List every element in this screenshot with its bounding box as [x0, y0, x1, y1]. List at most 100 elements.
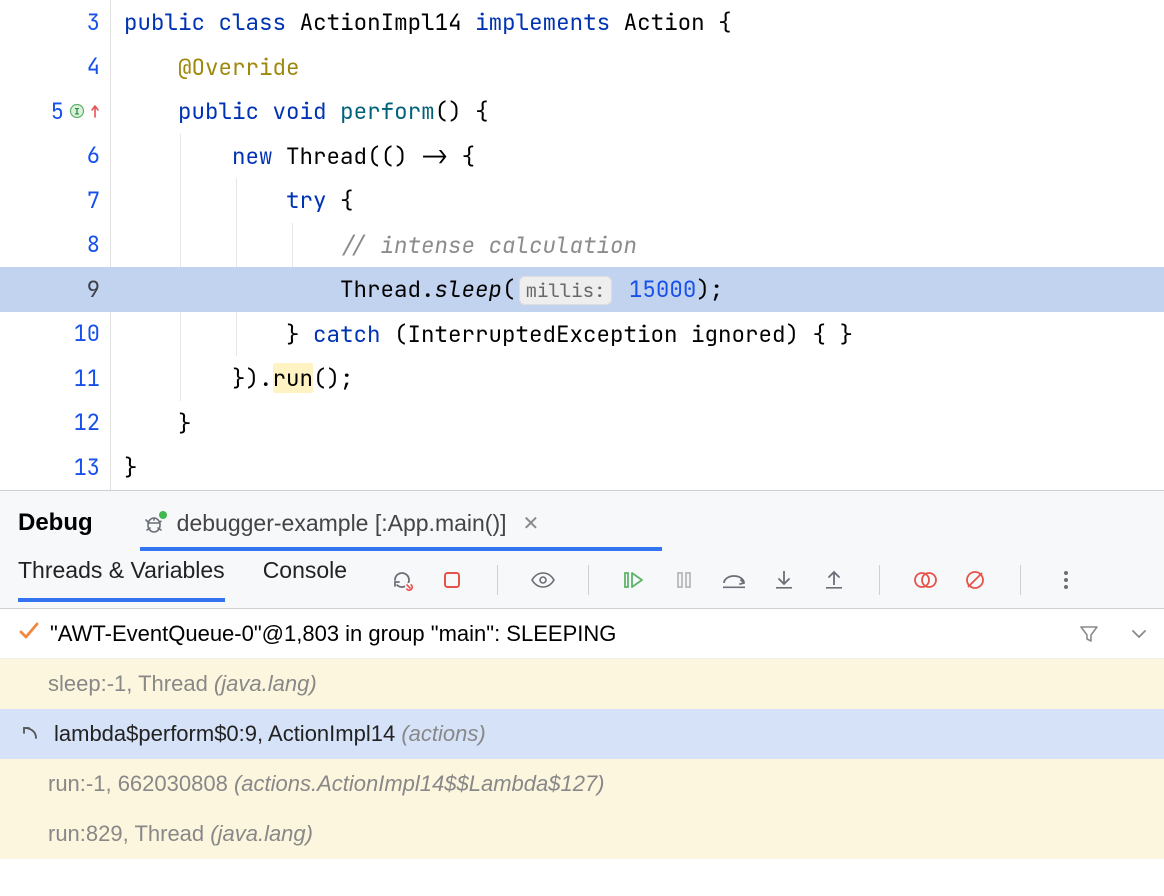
keyword: void — [273, 96, 327, 126]
step-into-icon[interactable] — [771, 567, 797, 593]
qualifier: Thread. — [340, 274, 435, 304]
code-line[interactable]: try { — [110, 178, 1164, 223]
line-number[interactable]: 5 — [34, 97, 64, 126]
line-number[interactable]: 8 — [70, 230, 100, 259]
code-line[interactable]: // intense calculation — [110, 223, 1164, 268]
svg-text:I: I — [74, 108, 79, 118]
brace: { — [718, 7, 732, 37]
line-number[interactable]: 11 — [70, 364, 100, 393]
code-line-current[interactable]: Thread.sleep(millis: 15000); — [110, 267, 1164, 312]
keyword: new — [232, 141, 273, 171]
code-line[interactable]: new Thread(() -> { — [110, 134, 1164, 179]
code-line[interactable]: public class ActionImpl14 implements Act… — [110, 0, 1164, 45]
frame-label: sleep:-1, Thread — [48, 671, 214, 696]
brace: { — [475, 96, 489, 126]
bug-icon — [141, 511, 167, 537]
keyword: public — [178, 96, 259, 126]
stop-icon[interactable] — [439, 567, 465, 593]
punct: (); — [313, 363, 354, 393]
separator — [497, 565, 498, 595]
more-icon[interactable] — [1053, 567, 1079, 593]
code-line[interactable]: } catch (InterruptedException ignored) {… — [110, 312, 1164, 357]
keyword: implements — [475, 7, 610, 37]
keyword: try — [286, 185, 327, 215]
frame-label: run:-1, 662030808 — [48, 771, 234, 796]
frame-label: lambda$perform$0:9, ActionImpl14 — [54, 721, 401, 746]
type-name: ActionImpl14 — [300, 7, 462, 37]
show-execution-point-icon[interactable] — [530, 567, 556, 593]
line-number[interactable]: 10 — [70, 319, 100, 348]
line-number[interactable]: 9 — [70, 275, 100, 304]
thread-selector-label: "AWT-EventQueue-0"@1,803 in group "main"… — [50, 621, 1066, 647]
stack-frame[interactable]: run:-1, 662030808 (actions.ActionImpl14$… — [0, 759, 1164, 809]
line-number[interactable]: 12 — [70, 408, 100, 437]
brace: } — [124, 452, 138, 482]
frame-location: (actions) — [401, 721, 485, 746]
step-over-icon[interactable] — [721, 567, 747, 593]
lambda-open: (() -> { — [367, 141, 475, 171]
gutter[interactable]: 3 4 5 I 6 7 8 9 10 11 12 13 — [0, 0, 110, 490]
code-line[interactable]: }).run(); — [110, 356, 1164, 401]
tab-console[interactable]: Console — [263, 557, 347, 602]
brace: } — [178, 408, 192, 438]
checkmark-icon — [18, 620, 40, 648]
debug-title: Debug — [18, 509, 93, 537]
keyword: catch — [313, 319, 381, 349]
separator — [588, 565, 589, 595]
up-arrow-icon — [90, 102, 100, 120]
line-number[interactable]: 3 — [70, 8, 100, 37]
annotation: @Override — [178, 52, 300, 82]
debug-session-tab[interactable]: debugger-example [:App.main()] ✕ — [135, 506, 546, 541]
number-literal: 15000 — [629, 274, 697, 304]
frame-location: (java.lang) — [214, 671, 317, 696]
close-icon[interactable]: ✕ — [523, 511, 540, 536]
stack-frame[interactable]: run:829, Thread (java.lang) — [0, 809, 1164, 859]
method-name: sleep — [435, 274, 503, 304]
code-line[interactable]: } — [110, 445, 1164, 490]
pause-icon[interactable] — [671, 567, 697, 593]
chevron-down-icon[interactable] — [1126, 621, 1152, 647]
line-number[interactable]: 13 — [70, 453, 100, 482]
parens: () — [435, 96, 462, 126]
debug-session-tab-label: debugger-example [:App.main()] — [177, 510, 507, 537]
mute-breakpoints-icon[interactable] — [962, 567, 988, 593]
code-editor[interactable]: 3 4 5 I 6 7 8 9 10 11 12 13 public class… — [0, 0, 1164, 490]
keyword: public — [124, 7, 205, 37]
parameter-hint: millis: — [519, 276, 613, 305]
punct: }). — [232, 363, 273, 393]
line-number[interactable]: 7 — [70, 186, 100, 215]
frames-panel: "AWT-EventQueue-0"@1,803 in group "main"… — [0, 609, 1164, 859]
frame-label: run:829, Thread — [48, 821, 210, 846]
type-name: Thread — [286, 141, 367, 171]
code-area[interactable]: public class ActionImpl14 implements Act… — [110, 0, 1164, 490]
method-name: perform — [340, 96, 435, 126]
debug-toolbar: Threads & Variables Console — [0, 551, 1164, 609]
separator — [1020, 565, 1021, 595]
separator — [879, 565, 880, 595]
comment: // intense calculation — [340, 230, 637, 260]
code-line[interactable]: public void perform() { — [110, 89, 1164, 134]
rerun-icon[interactable] — [389, 567, 415, 593]
catch-signature: (InterruptedException ignored) { } — [394, 319, 853, 349]
keyword: class — [219, 7, 287, 37]
code-line[interactable]: } — [110, 401, 1164, 446]
punct: ); — [696, 274, 723, 304]
stack-frame[interactable]: sleep:-1, Thread (java.lang) — [0, 659, 1164, 709]
line-number[interactable]: 4 — [70, 52, 100, 81]
stack-frame-selected[interactable]: lambda$perform$0:9, ActionImpl14 (action… — [0, 709, 1164, 759]
filter-icon[interactable] — [1076, 621, 1102, 647]
line-number[interactable]: 6 — [70, 141, 100, 170]
drop-frame-icon[interactable] — [18, 721, 44, 747]
resume-icon[interactable] — [621, 567, 647, 593]
frame-location: (java.lang) — [210, 821, 313, 846]
debug-toolwindow-header: Debug debugger-example [:App.main()] ✕ — [0, 491, 1164, 551]
frame-location: (actions.ActionImpl14$$Lambda$127) — [234, 771, 605, 796]
tab-threads-variables[interactable]: Threads & Variables — [18, 557, 225, 602]
brace: { — [340, 185, 354, 215]
view-breakpoints-icon[interactable] — [912, 567, 938, 593]
method-name-warning: run — [273, 363, 314, 393]
code-line[interactable]: @Override — [110, 45, 1164, 90]
override-gutter-icon[interactable]: I — [70, 102, 100, 120]
thread-selector[interactable]: "AWT-EventQueue-0"@1,803 in group "main"… — [0, 609, 1164, 659]
step-out-icon[interactable] — [821, 567, 847, 593]
